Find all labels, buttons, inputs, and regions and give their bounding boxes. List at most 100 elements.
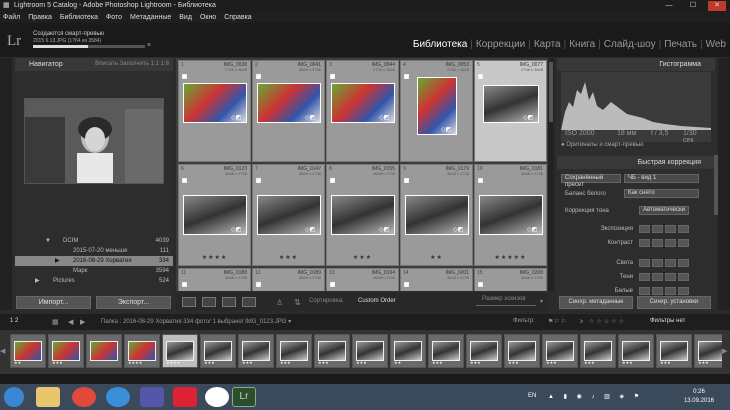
saved-preset-select[interactable]: ЧБ - вид 1	[624, 174, 699, 183]
cell-rating[interactable]: ★★★	[327, 254, 398, 261]
rating-filter-stars[interactable]: ≥ ☆☆☆☆☆	[580, 318, 626, 325]
media-player-icon[interactable]	[140, 387, 164, 407]
menu-item[interactable]: Справка	[224, 14, 251, 21]
folder-row[interactable]: ▶ 2016-08-29 Хорватия 334	[15, 256, 173, 266]
auto-tone-button[interactable]: Автоматически	[639, 206, 689, 215]
language-indicator[interactable]: EN	[528, 393, 536, 399]
cell-quick-collection-icon[interactable]	[404, 178, 409, 183]
sync-metadata-button[interactable]: Синхр. метаданные	[559, 296, 633, 309]
module-5[interactable]: Печать	[664, 39, 697, 50]
progress-cancel-button[interactable]: ×	[147, 42, 151, 49]
grid-cell[interactable]: 10 IMG_0181 3648 x 2736 ◇◩ ★★★★★	[474, 164, 547, 266]
grid-icon[interactable]: ▦	[52, 318, 59, 326]
filmstrip-left-arrow[interactable]: ◀	[0, 330, 8, 374]
filmstrip-thumbnail[interactable]: ★★★	[504, 334, 540, 368]
folder-arrow[interactable]: ▼	[45, 236, 51, 246]
menu-item[interactable]: Вид	[179, 14, 192, 21]
tone-step-button[interactable]	[665, 239, 676, 247]
chrome-icon[interactable]	[72, 387, 96, 407]
left-edge-strip[interactable]	[0, 58, 12, 310]
grid-cell[interactable]: 13IMG_01943648 x 2736◇◩★★★	[326, 268, 399, 291]
filmstrip-thumbnail[interactable]: ★★★	[542, 334, 578, 368]
grid-cell[interactable]: 5 IMG_0077 2736 x 3648 ◇◩	[474, 60, 547, 162]
internet-explorer-icon[interactable]	[106, 387, 130, 407]
cell-quick-collection-icon[interactable]	[182, 74, 187, 79]
grid-scrollbar[interactable]	[548, 58, 554, 291]
yandex-browser-icon[interactable]	[205, 387, 229, 407]
page-buttons[interactable]: 1 2	[10, 318, 18, 324]
grid-cell[interactable]: 2 IMG_0041 3648 x 2736 ◇◩	[252, 60, 325, 162]
lightroom-taskbar-icon[interactable]: Lr	[232, 387, 256, 407]
grid-cell[interactable]: 1 IMG_0038 2736 x 3648 ◇◩	[178, 60, 251, 162]
sort-select[interactable]: Custom Order	[358, 298, 396, 304]
white-balance-select[interactable]: Как снято	[624, 189, 699, 198]
start-button[interactable]	[4, 387, 24, 407]
cell-quick-collection-icon[interactable]	[256, 178, 261, 183]
grid-cell[interactable]: 15IMG_02083648 x 2736◇◩★★★★	[474, 268, 547, 291]
tone-step-button[interactable]	[639, 259, 650, 267]
tone-step-button[interactable]	[678, 239, 689, 247]
export-button[interactable]: Экспорт...	[96, 296, 171, 309]
tone-step-button[interactable]	[678, 287, 689, 295]
folder-row[interactable]: 2015-07-20 меньше 111	[15, 246, 173, 256]
cell-quick-collection-icon[interactable]	[478, 282, 483, 287]
grid-cell[interactable]: 6 IMG_0123 3648 x 2736 ◇◩ ★★★★	[178, 164, 251, 266]
cell-badge-icon[interactable]: ◇◩	[231, 114, 241, 121]
painter-icon[interactable]: ♙	[276, 298, 283, 307]
cell-rating[interactable]: ★★★★	[179, 254, 250, 261]
cell-badge-icon[interactable]: ◇◩	[379, 114, 389, 121]
thumb-size-slider[interactable]	[476, 305, 536, 306]
grid-cell[interactable]: 11IMG_01883648 x 2736◇◩★★★	[178, 268, 251, 291]
module-6[interactable]: Web	[706, 39, 726, 50]
filmstrip-thumbnail[interactable]: ★★★	[314, 334, 350, 368]
toolbar-menu-icon[interactable]: ▾	[540, 298, 543, 305]
compare-view-icon[interactable]	[222, 297, 236, 307]
menu-item[interactable]: Фото	[106, 14, 122, 21]
histogram-header[interactable]: Гистограмма	[557, 58, 715, 71]
grid-cell[interactable]: 14IMG_02013648 x 2736◇◩★★	[400, 268, 473, 291]
tone-step-button[interactable]	[652, 273, 663, 281]
sync-settings-button[interactable]: Синхр. установки	[637, 296, 711, 309]
import-button[interactable]: Импорт...	[16, 296, 91, 309]
cell-quick-collection-icon[interactable]	[330, 282, 335, 287]
close-button[interactable]: ✕	[708, 1, 726, 11]
folder-row[interactable]: Марк 3594	[15, 266, 173, 276]
survey-view-icon[interactable]	[242, 297, 256, 307]
grid-view-icon[interactable]	[182, 297, 196, 307]
grid-cell[interactable]: 9 IMG_0179 3648 x 2736 ◇◩ ★★	[400, 164, 473, 266]
cell-quick-collection-icon[interactable]	[478, 74, 483, 79]
grid-cell[interactable]: 3 IMG_0044 2736 x 3648 ◇◩	[326, 60, 399, 162]
menu-item[interactable]: Файл	[3, 14, 20, 21]
tone-step-button[interactable]	[678, 273, 689, 281]
tone-step-button[interactable]	[639, 225, 650, 233]
module-0[interactable]: Библиотека	[413, 39, 467, 50]
tone-step-button[interactable]	[639, 273, 650, 281]
cell-badge-icon[interactable]: ◇◩	[441, 126, 451, 133]
grid-cell[interactable]: 8 IMG_0155 3648 x 2736 ◇◩ ★★★	[326, 164, 399, 266]
tone-step-button[interactable]	[678, 259, 689, 267]
module-1[interactable]: Коррекции	[476, 39, 525, 50]
right-edge-strip[interactable]	[718, 58, 730, 310]
minimize-button[interactable]: —	[660, 1, 678, 11]
cell-badge-icon[interactable]: ◇◩	[379, 226, 389, 233]
quick-develop-header[interactable]: Быстрая коррекция	[557, 156, 715, 169]
filmstrip-thumbnail[interactable]: ★★★★	[162, 334, 198, 368]
filmstrip-thumbnail[interactable]	[86, 334, 122, 368]
source-path[interactable]: Папка : 2016-08-29 Хорватия 334 фото/ 1 …	[101, 318, 291, 325]
cell-rating[interactable]: ★★★★★	[475, 254, 546, 261]
tone-step-button[interactable]	[652, 225, 663, 233]
filmstrip-thumbnail[interactable]: ★★★	[48, 334, 84, 368]
cell-badge-icon[interactable]: ◇◩	[523, 114, 533, 121]
grid-cell[interactable]: 7 IMG_0147 3648 x 2736 ◇◩ ★★★	[252, 164, 325, 266]
back-arrow-icon[interactable]: ◀	[68, 318, 73, 326]
filmstrip-thumbnail[interactable]: ★★★	[352, 334, 388, 368]
module-2[interactable]: Карта	[534, 39, 561, 50]
gift-app-icon[interactable]	[173, 387, 197, 407]
navigator-zoom-options[interactable]: Вписать Заполнить 1:1 1:8	[95, 58, 169, 71]
explorer-icon[interactable]	[36, 387, 60, 407]
filmstrip-thumbnail[interactable]: ★★★	[428, 334, 464, 368]
cell-quick-collection-icon[interactable]	[404, 74, 409, 79]
menu-item[interactable]: Окно	[200, 14, 216, 21]
grid-cell[interactable]: 4 IMG_0053 2736 x 3648 ◇◩	[400, 60, 473, 162]
cell-quick-collection-icon[interactable]	[256, 282, 261, 287]
